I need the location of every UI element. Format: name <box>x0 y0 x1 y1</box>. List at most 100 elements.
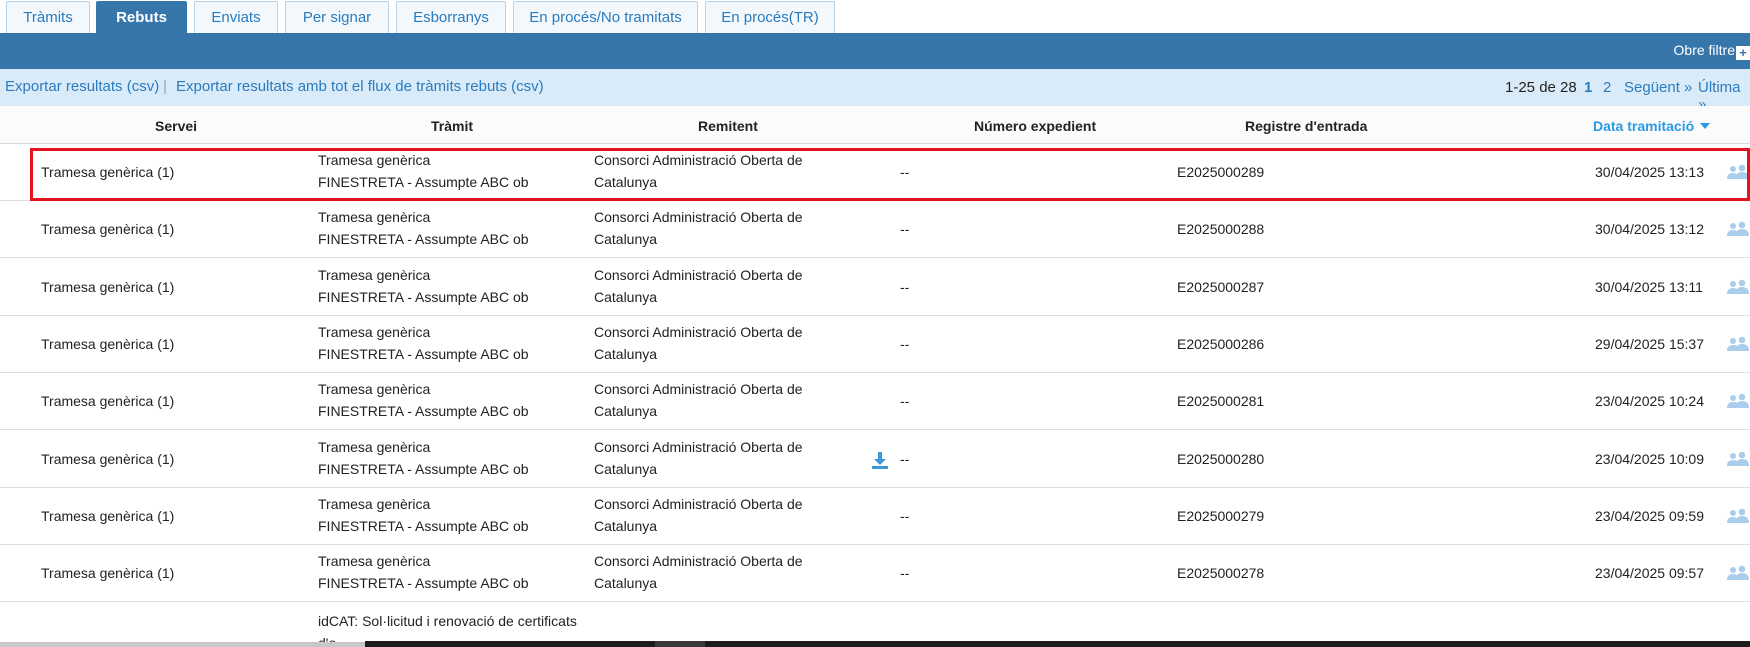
tab-esborranys[interactable]: Esborranys <box>396 1 506 33</box>
registre-entrada-cell: E2025000278 <box>1177 565 1265 581</box>
table-header: Servei Tràmit Remitent Número expedient … <box>0 106 1750 144</box>
remitent-line-2: Catalunya <box>594 461 658 477</box>
users-icon[interactable] <box>1727 221 1749 237</box>
tramit-subject: FINESTRETA - Assumpte ABC ob <box>318 174 529 190</box>
filter-label: Obre filtre <box>1673 42 1735 58</box>
tramit-subject: FINESTRETA - Assumpte ABC ob <box>318 403 529 419</box>
users-icon[interactable] <box>1727 164 1749 180</box>
table-row[interactable]: Tramesa genèrica (1) Tramesa genèrica FINE… <box>0 545 1750 602</box>
column-header-tramit[interactable]: Tràmit <box>431 118 473 134</box>
remitent-line-1: Consorci Administració Oberta de <box>594 439 803 455</box>
tab-en-proces-tr[interactable]: En procés(TR) <box>705 1 835 33</box>
data-tramitacio-cell: 30/04/2025 13:13 <box>1595 164 1704 180</box>
table-row[interactable]: Tramesa genèrica (1) Tramesa genèrica FINE… <box>0 373 1750 430</box>
scrollbar-track <box>0 642 365 647</box>
column-header-registre-entrada[interactable]: Registre d'entrada <box>1245 118 1367 134</box>
remitent-line-1: Consorci Administració Oberta de <box>594 496 803 512</box>
tramit-name: Tramesa genèrica <box>318 381 431 397</box>
plus-icon[interactable]: + <box>1736 46 1750 60</box>
tramit-name: Tramesa genèrica <box>318 439 431 455</box>
users-icon[interactable] <box>1727 451 1749 467</box>
tramit-name: Tramesa genèrica <box>318 324 431 340</box>
table-row[interactable]: Tramesa genèrica (1) Tramesa genèrica FINE… <box>0 488 1750 545</box>
tramit-subject: FINESTRETA - Assumpte ABC ob <box>318 575 529 591</box>
tab-rebuts[interactable]: Rebuts <box>96 1 187 33</box>
registre-entrada-cell: E2025000287 <box>1177 279 1265 295</box>
separator: | <box>163 78 167 95</box>
column-header-remitent[interactable]: Remitent <box>698 118 758 134</box>
tramit-cell: Tramesa genèrica FINESTRETA - Assumpte AB… <box>318 321 578 365</box>
tramit-cell: Tramesa genèrica FINESTRETA - Assumpte AB… <box>318 550 578 594</box>
numero-expedient-cell: -- <box>900 508 910 524</box>
servei-cell: Tramesa genèrica (1) <box>41 393 175 409</box>
tramit-subject: FINESTRETA - Assumpte ABC ob <box>318 346 529 362</box>
data-tramitacio-label: Data tramitació <box>1593 118 1695 134</box>
pager-count: 1-25 de 28 <box>1505 79 1577 96</box>
table-row[interactable]: Tramesa genèrica (1) Tramesa genèrica FINE… <box>0 431 1750 488</box>
remitent-cell: Consorci Administració Oberta de Cataluny… <box>594 321 824 365</box>
tab-enviats[interactable]: Enviats <box>194 1 278 33</box>
remitent-line-2: Catalunya <box>594 174 658 190</box>
servei-cell: Tramesa genèrica (1) <box>41 565 175 581</box>
numero-expedient-cell: -- <box>900 164 910 180</box>
tramit-cell: Tramesa genèrica FINESTRETA - Assumpte AB… <box>318 149 578 193</box>
data-tramitacio-cell: 29/04/2025 15:37 <box>1595 336 1704 352</box>
table-row[interactable]: Tramesa genèrica (1) Tramesa genèrica FINE… <box>0 201 1750 258</box>
table-row[interactable]: Tramesa genèrica (1) Tramesa genèrica FINE… <box>0 144 1750 201</box>
users-icon[interactable] <box>1727 279 1749 295</box>
numero-expedient-cell: -- <box>900 451 910 467</box>
column-header-data-tramitacio[interactable]: Data tramitació <box>1593 118 1711 134</box>
remitent-cell: Consorci Administració Oberta de Cataluny… <box>594 493 824 537</box>
data-tramitacio-cell: 30/04/2025 13:11 <box>1595 279 1703 295</box>
remitent-cell: Consorci Administració Oberta de Cataluny… <box>594 149 824 193</box>
remitent-cell: Consorci Administració Oberta de Cataluny… <box>594 264 824 308</box>
remitent-cell: Consorci Administració Oberta de Cataluny… <box>594 378 824 422</box>
remitent-line-1: Consorci Administració Oberta de <box>594 553 803 569</box>
servei-cell: Tramesa genèrica (1) <box>41 279 175 295</box>
column-header-servei[interactable]: Servei <box>155 118 197 134</box>
export-csv-flow-link[interactable]: Exportar resultats amb tot el flux de tr… <box>176 78 544 95</box>
remitent-line-2: Catalunya <box>594 518 658 534</box>
tramit-name: Tramesa genèrica <box>318 496 431 512</box>
pager-page-1[interactable]: 1 <box>1584 79 1592 96</box>
download-icon[interactable] <box>870 450 890 470</box>
open-filter-button[interactable]: Obre filtre + <box>1674 41 1750 60</box>
export-csv-link[interactable]: Exportar resultats (csv) <box>5 78 159 95</box>
users-icon[interactable] <box>1727 393 1749 409</box>
tramit-name: Tramesa genèrica <box>318 553 431 569</box>
registre-entrada-cell: E2025000288 <box>1177 221 1265 237</box>
remitent-line-2: Catalunya <box>594 289 658 305</box>
remitent-line-2: Catalunya <box>594 403 658 419</box>
pager-next[interactable]: Següent » <box>1624 79 1692 96</box>
taskbar <box>365 641 1750 647</box>
data-tramitacio-cell: 23/04/2025 09:59 <box>1595 508 1704 524</box>
scrollbar-thumb[interactable] <box>655 641 705 647</box>
pager-page-2[interactable]: 2 <box>1603 79 1611 96</box>
tab-per-signar[interactable]: Per signar <box>285 1 389 33</box>
users-icon[interactable] <box>1727 565 1749 581</box>
sort-desc-icon <box>1700 123 1711 129</box>
tramit-subject: FINESTRETA - Assumpte ABC ob <box>318 289 529 305</box>
numero-expedient-cell: -- <box>900 565 910 581</box>
export-bar: Exportar resultats (csv) | Exportar resu… <box>0 69 1750 113</box>
users-icon[interactable] <box>1727 336 1749 352</box>
data-tramitacio-cell: 23/04/2025 10:09 <box>1595 451 1704 467</box>
remitent-line-2: Catalunya <box>594 346 658 362</box>
remitent-line-1: Consorci Administració Oberta de <box>594 267 803 283</box>
column-header-numero-expedient[interactable]: Número expedient <box>974 118 1096 134</box>
tramit-subject: FINESTRETA - Assumpte ABC ob <box>318 231 529 247</box>
tramit-cell: Tramesa genèrica FINESTRETA - Assumpte AB… <box>318 378 578 422</box>
remitent-line-2: Catalunya <box>594 231 658 247</box>
numero-expedient-cell: -- <box>900 279 910 295</box>
tab-en-proces-no-tramitats[interactable]: En procés/No tramitats <box>513 1 698 33</box>
tramit-cell: Tramesa genèrica FINESTRETA - Assumpte AB… <box>318 264 578 308</box>
remitent-line-1: Consorci Administració Oberta de <box>594 324 803 340</box>
users-icon[interactable] <box>1727 508 1749 524</box>
table-row[interactable]: Tramesa genèrica (1) Tramesa genèrica FINE… <box>0 316 1750 373</box>
tab-tramits[interactable]: Tràmits <box>6 1 90 33</box>
tramit-name: idCAT: Sol·licitud i renovació de certif… <box>318 613 577 629</box>
tab-bar: Tràmits Rebuts Enviats Per signar Esborr… <box>0 0 1750 33</box>
remitent-line-1: Consorci Administració Oberta de <box>594 209 803 225</box>
tramit-cell: Tramesa genèrica FINESTRETA - Assumpte AB… <box>318 493 578 537</box>
table-row[interactable]: Tramesa genèrica (1) Tramesa genèrica FINE… <box>0 259 1750 316</box>
